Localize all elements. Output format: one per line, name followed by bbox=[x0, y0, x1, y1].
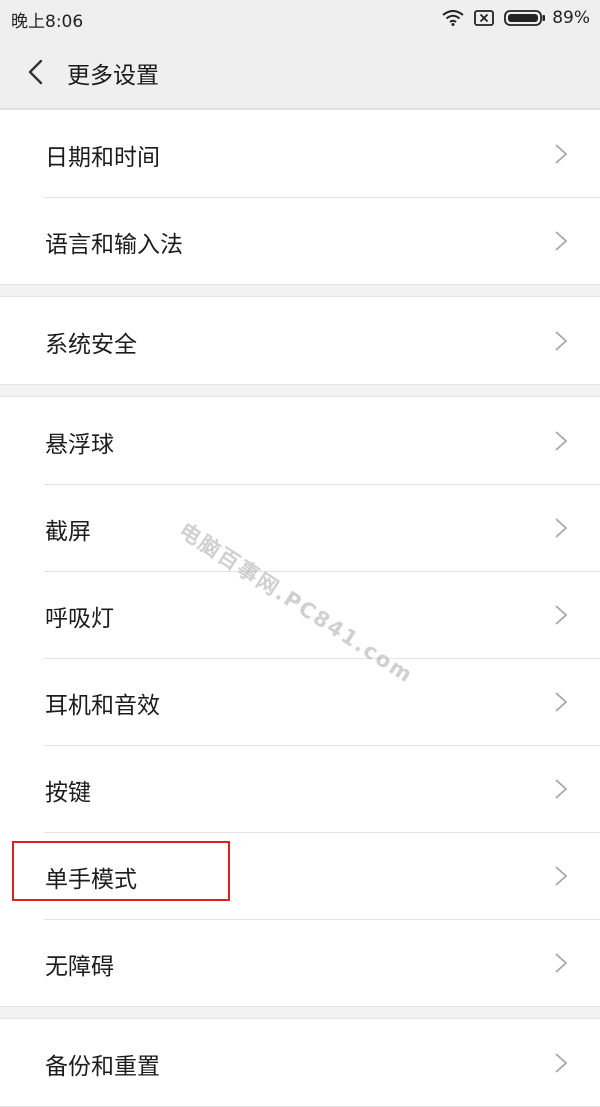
chevron-right-icon bbox=[555, 605, 568, 625]
back-button[interactable] bbox=[18, 54, 54, 90]
group-gap bbox=[0, 1007, 600, 1018]
chevron-right-icon bbox=[555, 1053, 568, 1073]
row-date-time[interactable]: 日期和时间 bbox=[0, 110, 600, 197]
chevron-right-icon bbox=[555, 866, 568, 886]
row-label: 截屏 bbox=[45, 519, 91, 545]
row-label: 悬浮球 bbox=[45, 432, 114, 458]
page-title: 更多设置 bbox=[67, 63, 159, 89]
row-accessibility[interactable]: 无障碍 bbox=[0, 919, 600, 1006]
row-label: 系统安全 bbox=[45, 332, 137, 358]
battery-percentage: 89% bbox=[552, 8, 590, 28]
row-label: 备份和重置 bbox=[45, 1054, 160, 1080]
wifi-icon bbox=[442, 10, 464, 26]
row-label: 无障碍 bbox=[45, 954, 114, 980]
row-breathing-light[interactable]: 呼吸灯 bbox=[0, 571, 600, 658]
status-icons: 89% bbox=[442, 7, 590, 29]
settings-group: 悬浮球 截屏 呼吸灯 耳机和音效 按键 单手模式 无障碍 bbox=[0, 396, 600, 1007]
row-headphones-audio[interactable]: 耳机和音效 bbox=[0, 658, 600, 745]
row-label: 耳机和音效 bbox=[45, 693, 160, 719]
row-label: 语言和输入法 bbox=[45, 232, 183, 258]
group-gap bbox=[0, 285, 600, 296]
chevron-left-icon bbox=[28, 59, 43, 85]
sim-none-icon bbox=[474, 10, 495, 26]
row-screenshot[interactable]: 截屏 bbox=[0, 484, 600, 571]
settings-group: 日期和时间 语言和输入法 bbox=[0, 109, 600, 285]
chevron-right-icon bbox=[555, 431, 568, 451]
chevron-right-icon bbox=[555, 144, 568, 164]
title-bar: 更多设置 bbox=[0, 36, 600, 109]
row-label: 单手模式 bbox=[45, 867, 137, 893]
status-time: 晚上8:06 bbox=[11, 12, 84, 32]
battery-icon bbox=[504, 10, 546, 26]
status-bar: 晚上8:06 89% bbox=[0, 0, 600, 36]
row-label: 按键 bbox=[45, 780, 91, 806]
settings-list: 日期和时间 语言和输入法 系统安全 悬浮球 截屏 呼吸灯 耳机和音效 按键 单手… bbox=[0, 109, 600, 1107]
settings-group: 备份和重置 bbox=[0, 1018, 600, 1107]
chevron-right-icon bbox=[555, 331, 568, 351]
row-floating-ball[interactable]: 悬浮球 bbox=[0, 397, 600, 484]
chevron-right-icon bbox=[555, 779, 568, 799]
row-system-security[interactable]: 系统安全 bbox=[0, 297, 600, 384]
row-buttons[interactable]: 按键 bbox=[0, 745, 600, 832]
settings-group: 系统安全 bbox=[0, 296, 600, 385]
chevron-right-icon bbox=[555, 518, 568, 538]
group-gap bbox=[0, 385, 600, 396]
row-label: 呼吸灯 bbox=[45, 606, 114, 632]
chevron-right-icon bbox=[555, 953, 568, 973]
row-backup-reset[interactable]: 备份和重置 bbox=[0, 1019, 600, 1106]
row-language-input[interactable]: 语言和输入法 bbox=[0, 197, 600, 284]
row-label: 日期和时间 bbox=[45, 145, 160, 171]
chevron-right-icon bbox=[555, 231, 568, 251]
chevron-right-icon bbox=[555, 692, 568, 712]
row-one-handed-mode[interactable]: 单手模式 bbox=[0, 832, 600, 919]
